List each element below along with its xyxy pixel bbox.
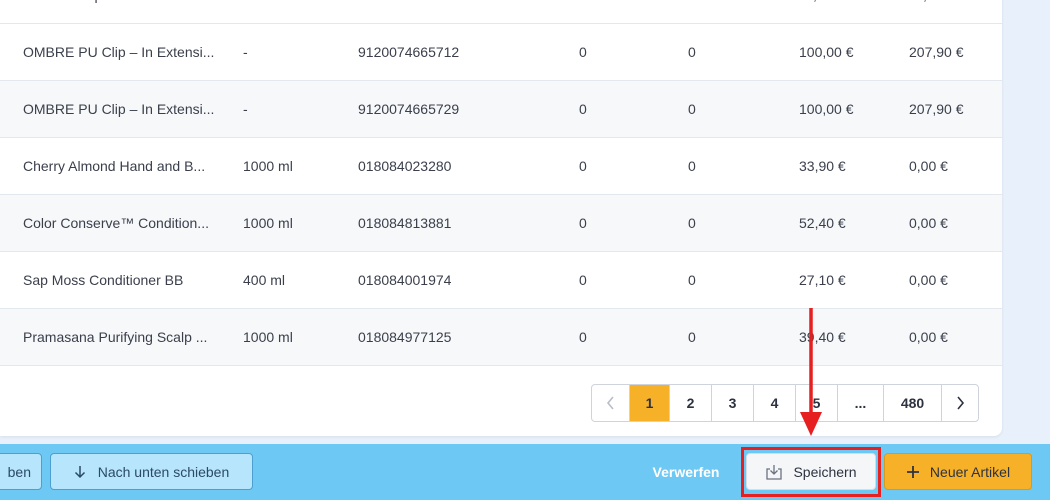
cell-name: Color Conserve™ Condition...: [23, 215, 209, 231]
cell-name: Cherry Almond Hand and B...: [23, 158, 206, 174]
move-up-button[interactable]: ben: [0, 453, 42, 490]
pagination-page-1[interactable]: 1: [630, 385, 670, 421]
cell-price-2: 0,00 €: [909, 272, 948, 288]
pagination-ellipsis: ...: [838, 385, 884, 421]
discard-button[interactable]: Verwerfen: [640, 453, 732, 490]
cell-qty-1: 0: [579, 158, 587, 174]
arrow-down-icon: [74, 465, 85, 478]
cell-name: OMBRE PU Clip – In Extensi...: [23, 101, 215, 117]
table-row[interactable]: OMBRE PU Clip – In Extensi... - 9120074665…: [0, 24, 1002, 81]
cell-size: -: [243, 101, 248, 117]
pagination-next-button[interactable]: [942, 385, 978, 421]
cell-qty-1: 0: [579, 101, 587, 117]
pagination-page-2[interactable]: 2: [670, 385, 712, 421]
cell-price-1: 27,10 €: [799, 272, 846, 288]
cell-price-1: …,… €: [799, 0, 889, 23]
cell-ean: 018084023280: [358, 158, 452, 174]
cell-qty-2: 0: [688, 101, 696, 117]
cell-name: OMBRE Clip – In Extension …: [23, 0, 219, 23]
chevron-right-icon: [957, 396, 965, 410]
chevron-left-icon: [606, 396, 614, 410]
cell-ean: 018084001974: [358, 272, 452, 288]
product-table-panel: OMBRE Clip – In Extension … …,… € …,… € …: [0, 0, 1002, 436]
table-row[interactable]: OMBRE Clip – In Extension … …,… € …,… €: [0, 0, 1002, 24]
pagination-prev-button[interactable]: [592, 385, 630, 421]
pagination: 1 2 3 4 5 ... 480: [591, 384, 979, 422]
cell-price-2: 0,00 €: [909, 329, 948, 345]
cell-ean: 018084813881: [358, 215, 452, 231]
move-down-button[interactable]: Nach unten schieben: [50, 453, 253, 490]
cell-qty-2: 0: [688, 215, 696, 231]
action-footer: ben Nach unten schieben Verwerfen Speich…: [0, 444, 1050, 500]
cell-price-1: 100,00 €: [799, 101, 854, 117]
cell-qty-1: 0: [579, 329, 587, 345]
cell-qty-1: 0: [579, 44, 587, 60]
cell-qty-2: 0: [688, 158, 696, 174]
cell-price-2: 207,90 €: [909, 44, 964, 60]
plus-icon: [906, 465, 919, 478]
cell-size: -: [243, 44, 248, 60]
cell-qty-1: 0: [579, 215, 587, 231]
pagination-page-4[interactable]: 4: [754, 385, 796, 421]
cell-qty-2: 0: [688, 329, 696, 345]
cell-price-1: 100,00 €: [799, 44, 854, 60]
save-highlight-box: [741, 447, 881, 497]
cell-price-2: 0,00 €: [909, 215, 948, 231]
table-row[interactable]: Sap Moss Conditioner BB 400 ml 01808400197…: [0, 252, 1002, 309]
cell-qty-2: 0: [688, 44, 696, 60]
cell-size: 1000 ml: [243, 215, 293, 231]
cell-price-1: 33,90 €: [799, 158, 846, 174]
cell-name: Pramasana Purifying Scalp ...: [23, 329, 208, 345]
cell-name: Sap Moss Conditioner BB: [23, 272, 184, 288]
cell-price-2: 0,00 €: [909, 158, 948, 174]
pagination-page-3[interactable]: 3: [712, 385, 754, 421]
annotation-arrow: [800, 308, 822, 436]
table-row[interactable]: Color Conserve™ Condition... 1000 ml 01808…: [0, 195, 1002, 252]
cell-qty-2: 0: [688, 272, 696, 288]
cell-ean: 9120074665712: [358, 44, 460, 60]
cell-qty-1: 0: [579, 272, 587, 288]
cell-size: 1000 ml: [243, 329, 293, 345]
cell-size: 1000 ml: [243, 158, 293, 174]
new-article-button[interactable]: Neuer Artikel: [884, 453, 1032, 490]
new-article-label: Neuer Artikel: [929, 463, 1011, 480]
table-row[interactable]: OMBRE PU Clip – In Extensi... - 9120074665…: [0, 81, 1002, 138]
pagination-page-480[interactable]: 480: [884, 385, 942, 421]
move-down-label: Nach unten schieben: [97, 463, 230, 480]
cell-name: OMBRE PU Clip – In Extensi...: [23, 44, 215, 60]
cell-ean: 9120074665729: [358, 101, 460, 117]
table-row[interactable]: Pramasana Purifying Scalp ... 1000 ml 0180…: [0, 309, 1002, 366]
cell-price-2: 207,90 €: [909, 101, 964, 117]
cell-size: 400 ml: [243, 272, 286, 288]
cell-ean: 018084977125: [358, 329, 452, 345]
table-row[interactable]: Cherry Almond Hand and B... 1000 ml 018084…: [0, 138, 1002, 195]
cell-price-2: …,… €: [909, 0, 989, 23]
cell-price-1: 52,40 €: [799, 215, 846, 231]
